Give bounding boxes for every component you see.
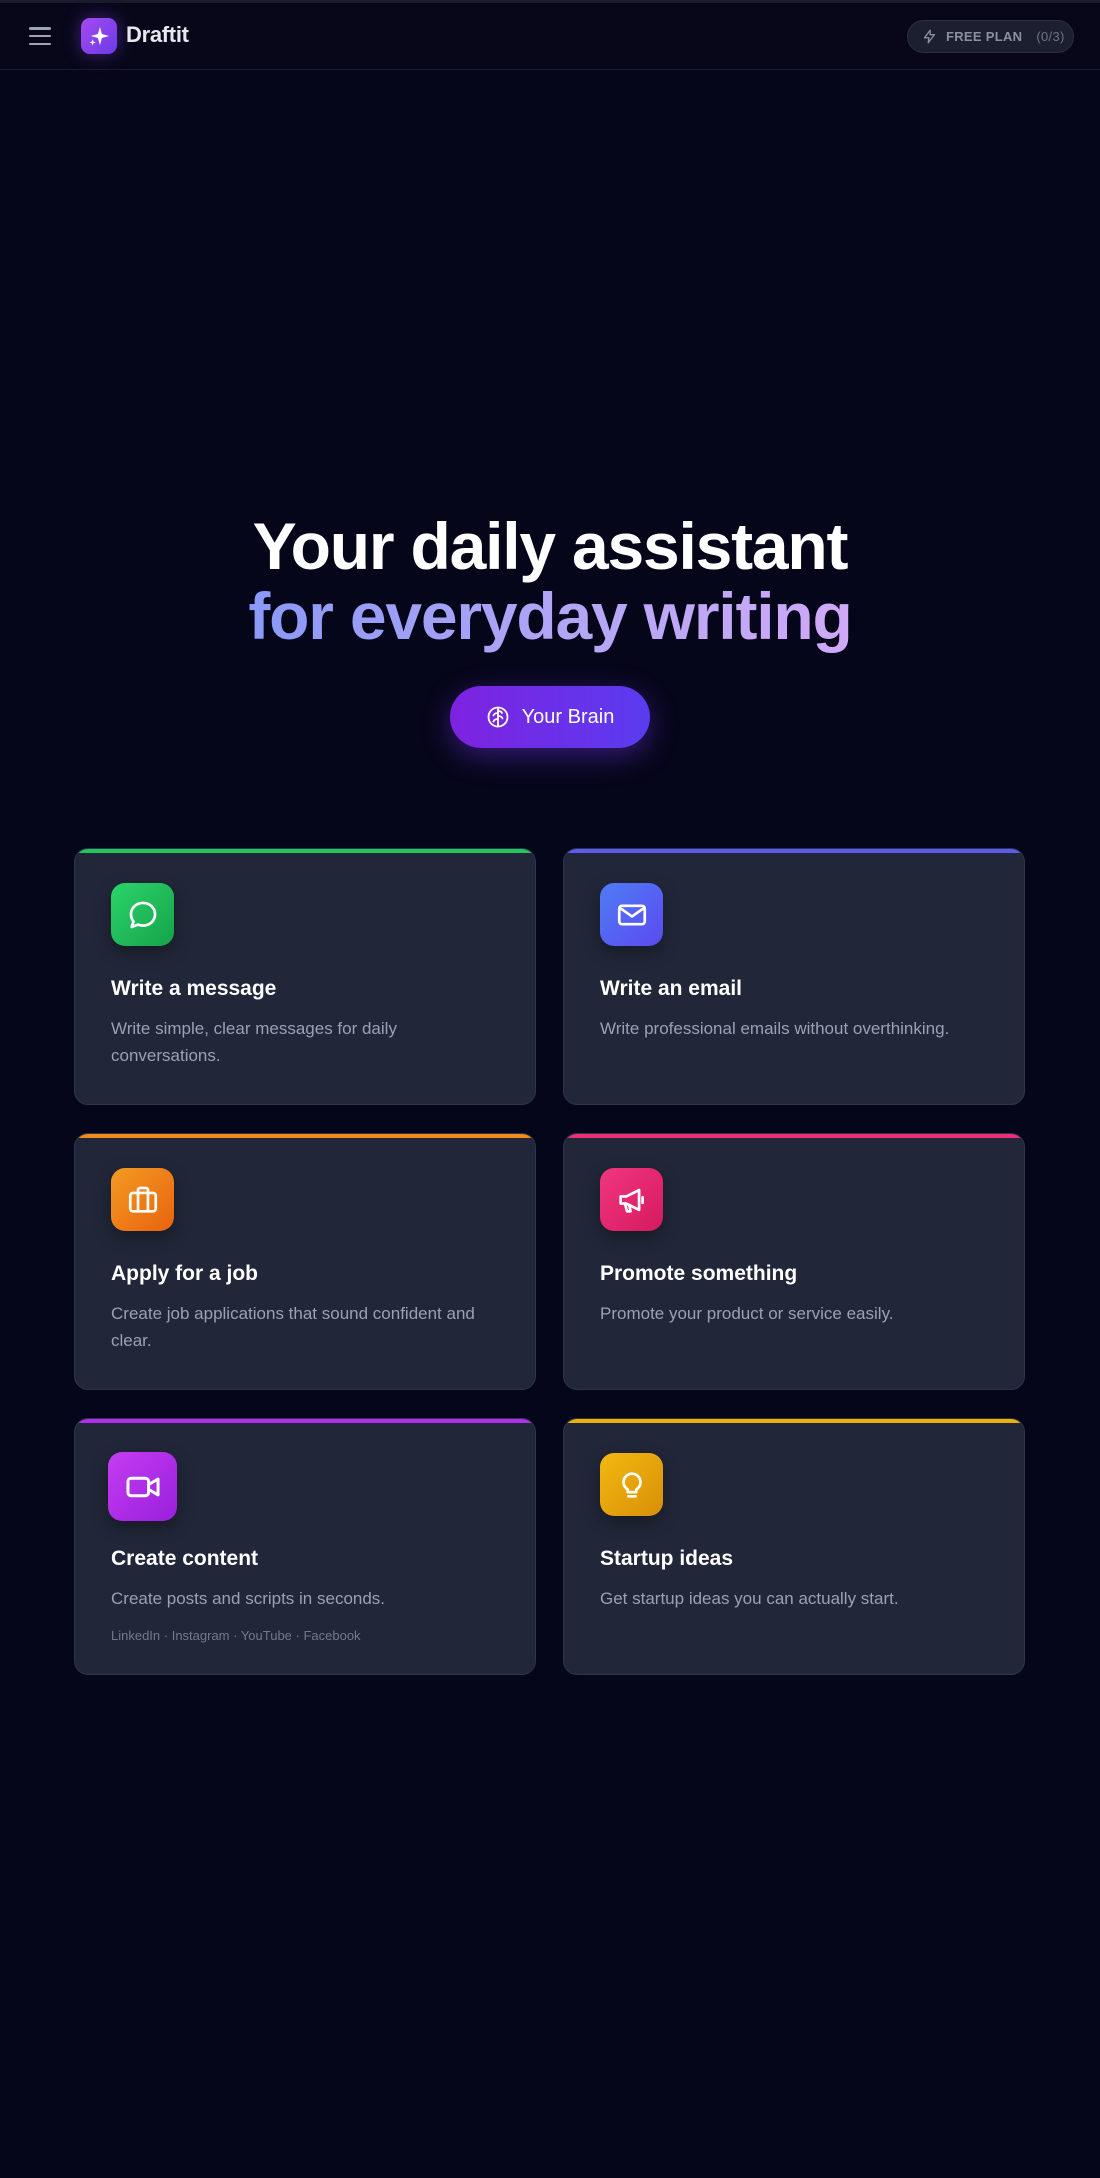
card-write-email[interactable]: Write an email Write professional emails… (563, 848, 1025, 1105)
top-bar: Draftit FREE PLAN (0/3) (0, 0, 1100, 70)
card-accent-bar (564, 1134, 1024, 1138)
logo-sparkle-icon[interactable] (81, 18, 117, 54)
card-description: Get startup ideas you can actually start… (600, 1589, 899, 1608)
card-title: Apply for a job (111, 1262, 258, 1285)
card-accent-bar (75, 1134, 535, 1138)
plan-usage-count: (0/3) (1036, 29, 1065, 44)
card-title: Write an email (600, 977, 742, 1000)
card-accent-bar (564, 1419, 1024, 1423)
your-brain-button[interactable]: Your Brain (450, 686, 650, 748)
card-description: Promote your product or service easily. (600, 1304, 894, 1323)
chat-bubble-icon (111, 883, 174, 946)
hero-title-line-1: Your daily assistant (252, 509, 849, 583)
card-title: Write a message (111, 977, 277, 1000)
card-accent-bar (75, 1419, 535, 1423)
card-accent-bar (75, 849, 535, 853)
card-title: Create content (111, 1547, 259, 1570)
your-brain-label: Your Brain (521, 705, 615, 728)
hero-title-gradient-text: for everyday writing (248, 579, 852, 653)
lightbulb-icon (600, 1453, 663, 1516)
hero-title-line-2: for everyday writing (0, 578, 1100, 654)
briefcase-icon (111, 1168, 174, 1231)
card-startup-ideas[interactable]: Startup ideas Get startup ideas you can … (563, 1418, 1025, 1675)
brain-icon (486, 705, 510, 729)
card-write-message[interactable]: Write a message Write simple, clear mess… (74, 848, 536, 1105)
envelope-icon (600, 883, 663, 946)
card-create-content[interactable]: Create content Create posts and scripts … (74, 1418, 536, 1675)
card-title: Startup ideas (600, 1547, 734, 1570)
card-apply-job[interactable]: Apply for a job Create job applications … (74, 1133, 536, 1390)
card-description: Write simple, clear messages for daily c… (111, 1019, 397, 1065)
card-title: Promote something (600, 1262, 798, 1285)
card-description: Create job applications that sound confi… (111, 1304, 475, 1350)
brand-name[interactable]: Draftit (126, 22, 189, 48)
card-promote-something[interactable]: Promote something Promote your product o… (563, 1133, 1025, 1390)
card-description: Write professional emails without overth… (600, 1019, 950, 1038)
card-platform-tags: LinkedIn · Instagram · YouTube · Faceboo… (111, 1628, 361, 1643)
hamburger-menu-icon[interactable] (28, 25, 52, 47)
plan-label: FREE PLAN (946, 29, 1023, 44)
card-description: Create posts and scripts in seconds. (111, 1589, 386, 1608)
card-accent-bar (564, 849, 1024, 853)
lightning-icon (922, 29, 937, 44)
free-plan-badge[interactable]: FREE PLAN (0/3) (907, 20, 1074, 53)
video-camera-icon (108, 1452, 177, 1521)
megaphone-icon (600, 1168, 663, 1231)
